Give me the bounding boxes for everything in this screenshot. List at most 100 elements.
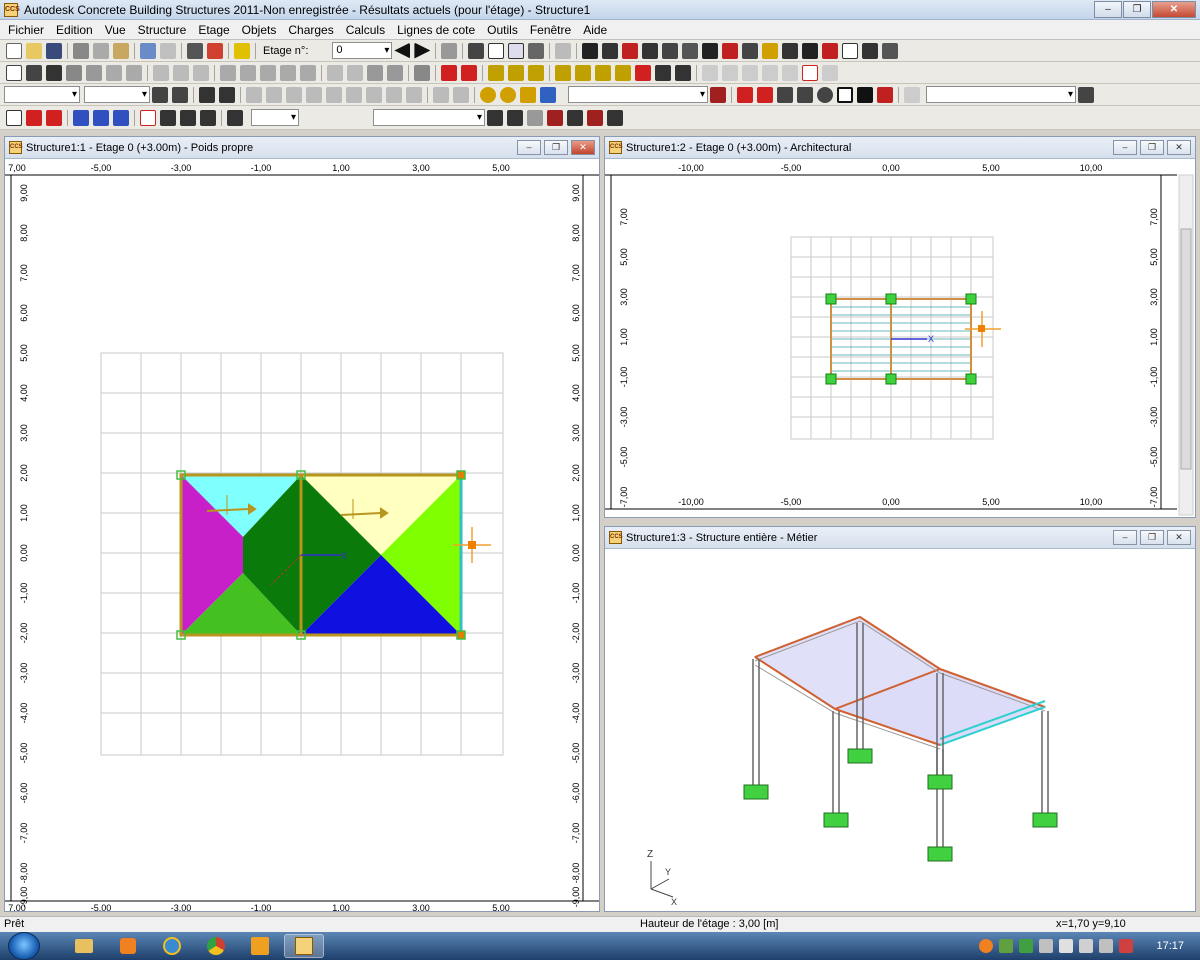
view-3-title-bar[interactable]: ССS Structure1:3 - Structure entière - M… — [605, 527, 1195, 549]
info-icon[interactable] — [842, 42, 859, 59]
tray-flag-icon[interactable] — [1059, 939, 1074, 953]
draw-symbol-icon[interactable] — [877, 86, 893, 103]
redo-icon[interactable] — [160, 42, 176, 59]
line-icon-4[interactable] — [615, 64, 631, 81]
raft-icon[interactable] — [722, 42, 739, 59]
view-3-canvas[interactable]: Z Y X — [605, 549, 1195, 911]
view-3-close-button[interactable]: ✕ — [1167, 530, 1191, 545]
taskbar-chrome[interactable] — [196, 934, 236, 958]
save-icon[interactable] — [46, 42, 62, 59]
load-case-3-icon[interactable] — [180, 109, 196, 126]
linetype-select[interactable] — [926, 86, 1076, 103]
results-icon-6[interactable] — [587, 109, 603, 126]
taskbar-media-player[interactable] — [108, 934, 148, 958]
menu-etage[interactable]: Etage — [192, 23, 235, 37]
view-2-minimize-button[interactable]: – — [1113, 140, 1137, 155]
clock[interactable]: 17:17 — [1156, 940, 1184, 952]
edit-icon-6[interactable] — [260, 64, 276, 81]
report-icon[interactable] — [207, 42, 223, 59]
dim-icon-2[interactable] — [461, 64, 477, 81]
view-icon-15[interactable] — [453, 86, 469, 103]
load-case-select[interactable] — [373, 109, 485, 126]
line-icon-1[interactable] — [555, 64, 571, 81]
building-icon[interactable] — [46, 64, 62, 81]
cut-icon[interactable] — [73, 42, 89, 59]
support-icon[interactable] — [822, 42, 839, 59]
load-arrow-icon[interactable] — [26, 109, 42, 126]
line-icon-5[interactable] — [635, 64, 651, 81]
taskbar-autodesk[interactable] — [240, 934, 280, 958]
zoom-out-icon[interactable] — [500, 86, 516, 103]
menu-edition[interactable]: Edition — [50, 23, 99, 37]
column-icon[interactable] — [602, 42, 619, 59]
draw-point-icon[interactable] — [737, 86, 753, 103]
select-window-icon[interactable] — [508, 42, 525, 59]
strip-footing-icon[interactable] — [682, 42, 699, 59]
taskbar-internet-explorer[interactable] — [152, 934, 192, 958]
prev-floor-icon[interactable] — [394, 42, 411, 59]
menu-fenetre[interactable]: Fenêtre — [524, 23, 577, 37]
view-1-maximize-button[interactable]: ❐ — [544, 140, 568, 155]
draw-text-icon[interactable] — [857, 86, 873, 103]
view-3-maximize-button[interactable]: ❐ — [1140, 530, 1164, 545]
view-2-maximize-button[interactable]: ❐ — [1140, 140, 1164, 155]
view-icon-11[interactable] — [366, 86, 382, 103]
view-icon-9[interactable] — [326, 86, 342, 103]
view-icon-13[interactable] — [406, 86, 422, 103]
edit-icon-8[interactable] — [300, 64, 316, 81]
draw-line-icon[interactable] — [757, 86, 773, 103]
print-icon[interactable] — [187, 42, 203, 59]
grid-lines-icon[interactable] — [762, 42, 779, 59]
arc-icon-1[interactable] — [702, 64, 718, 81]
section-icon[interactable] — [782, 42, 799, 59]
tray-display-icon[interactable] — [1099, 939, 1114, 953]
menu-vue[interactable]: Vue — [99, 23, 132, 37]
view-icon-7[interactable] — [286, 86, 302, 103]
view-icon-4[interactable] — [219, 86, 235, 103]
menu-objets[interactable]: Objets — [236, 23, 283, 37]
slab-icon[interactable] — [622, 42, 639, 59]
edit-icon-1[interactable] — [153, 64, 169, 81]
object-icon-2[interactable] — [86, 64, 102, 81]
load-case-2-icon[interactable] — [160, 109, 176, 126]
view-window-1[interactable]: ССS Structure1:1 - Etage 0 (+3.00m) - Po… — [4, 136, 600, 912]
line-icon-3[interactable] — [595, 64, 611, 81]
tray-volume-icon[interactable] — [1079, 939, 1094, 953]
view-2-title-bar[interactable]: ССS Structure1:2 - Etage 0 (+3.00m) - Ar… — [605, 137, 1195, 159]
v1-slab-left[interactable] — [181, 475, 301, 635]
zoom-in-icon[interactable] — [480, 86, 496, 103]
table-icon[interactable] — [414, 64, 430, 81]
draw-rectangle-icon[interactable] — [837, 86, 853, 103]
view-icon-3[interactable] — [199, 86, 215, 103]
load-vertical-icon[interactable] — [73, 109, 89, 126]
text-tool-icon[interactable] — [6, 64, 22, 81]
load-case-icon[interactable] — [140, 109, 156, 126]
trim-icon[interactable] — [528, 64, 544, 81]
object-icon-4[interactable] — [126, 64, 142, 81]
tray-app-icon[interactable] — [979, 939, 994, 953]
menu-aide[interactable]: Aide — [577, 23, 613, 37]
view-3-minimize-button[interactable]: – — [1113, 530, 1137, 545]
maximize-button[interactable]: ❐ — [1123, 1, 1151, 18]
view-icon-1[interactable] — [152, 86, 168, 103]
tray-device-icon[interactable] — [1039, 939, 1054, 953]
results-icon-2[interactable] — [507, 109, 523, 126]
footing-icon[interactable] — [662, 42, 679, 59]
view-1-minimize-button[interactable]: – — [517, 140, 541, 155]
edit-icon-10[interactable] — [347, 64, 363, 81]
menu-calculs[interactable]: Calculs — [340, 23, 391, 37]
new-file-icon[interactable] — [6, 42, 22, 59]
undo-icon[interactable] — [140, 42, 156, 59]
style-select[interactable] — [84, 86, 150, 103]
load-case-5-icon[interactable] — [227, 109, 243, 126]
edit-icon-11[interactable] — [367, 64, 383, 81]
v3-footings[interactable] — [743, 748, 1058, 862]
load-horizontal-icon[interactable] — [46, 109, 62, 126]
draw-dim-icon[interactable] — [904, 86, 920, 103]
help-icon[interactable] — [234, 42, 250, 59]
edit-icon-2[interactable] — [173, 64, 189, 81]
stairs-icon[interactable] — [742, 42, 759, 59]
paste-icon[interactable] — [113, 42, 129, 59]
v2-scrollbar-thumb[interactable] — [1180, 228, 1192, 470]
beam-icon[interactable] — [582, 42, 599, 59]
